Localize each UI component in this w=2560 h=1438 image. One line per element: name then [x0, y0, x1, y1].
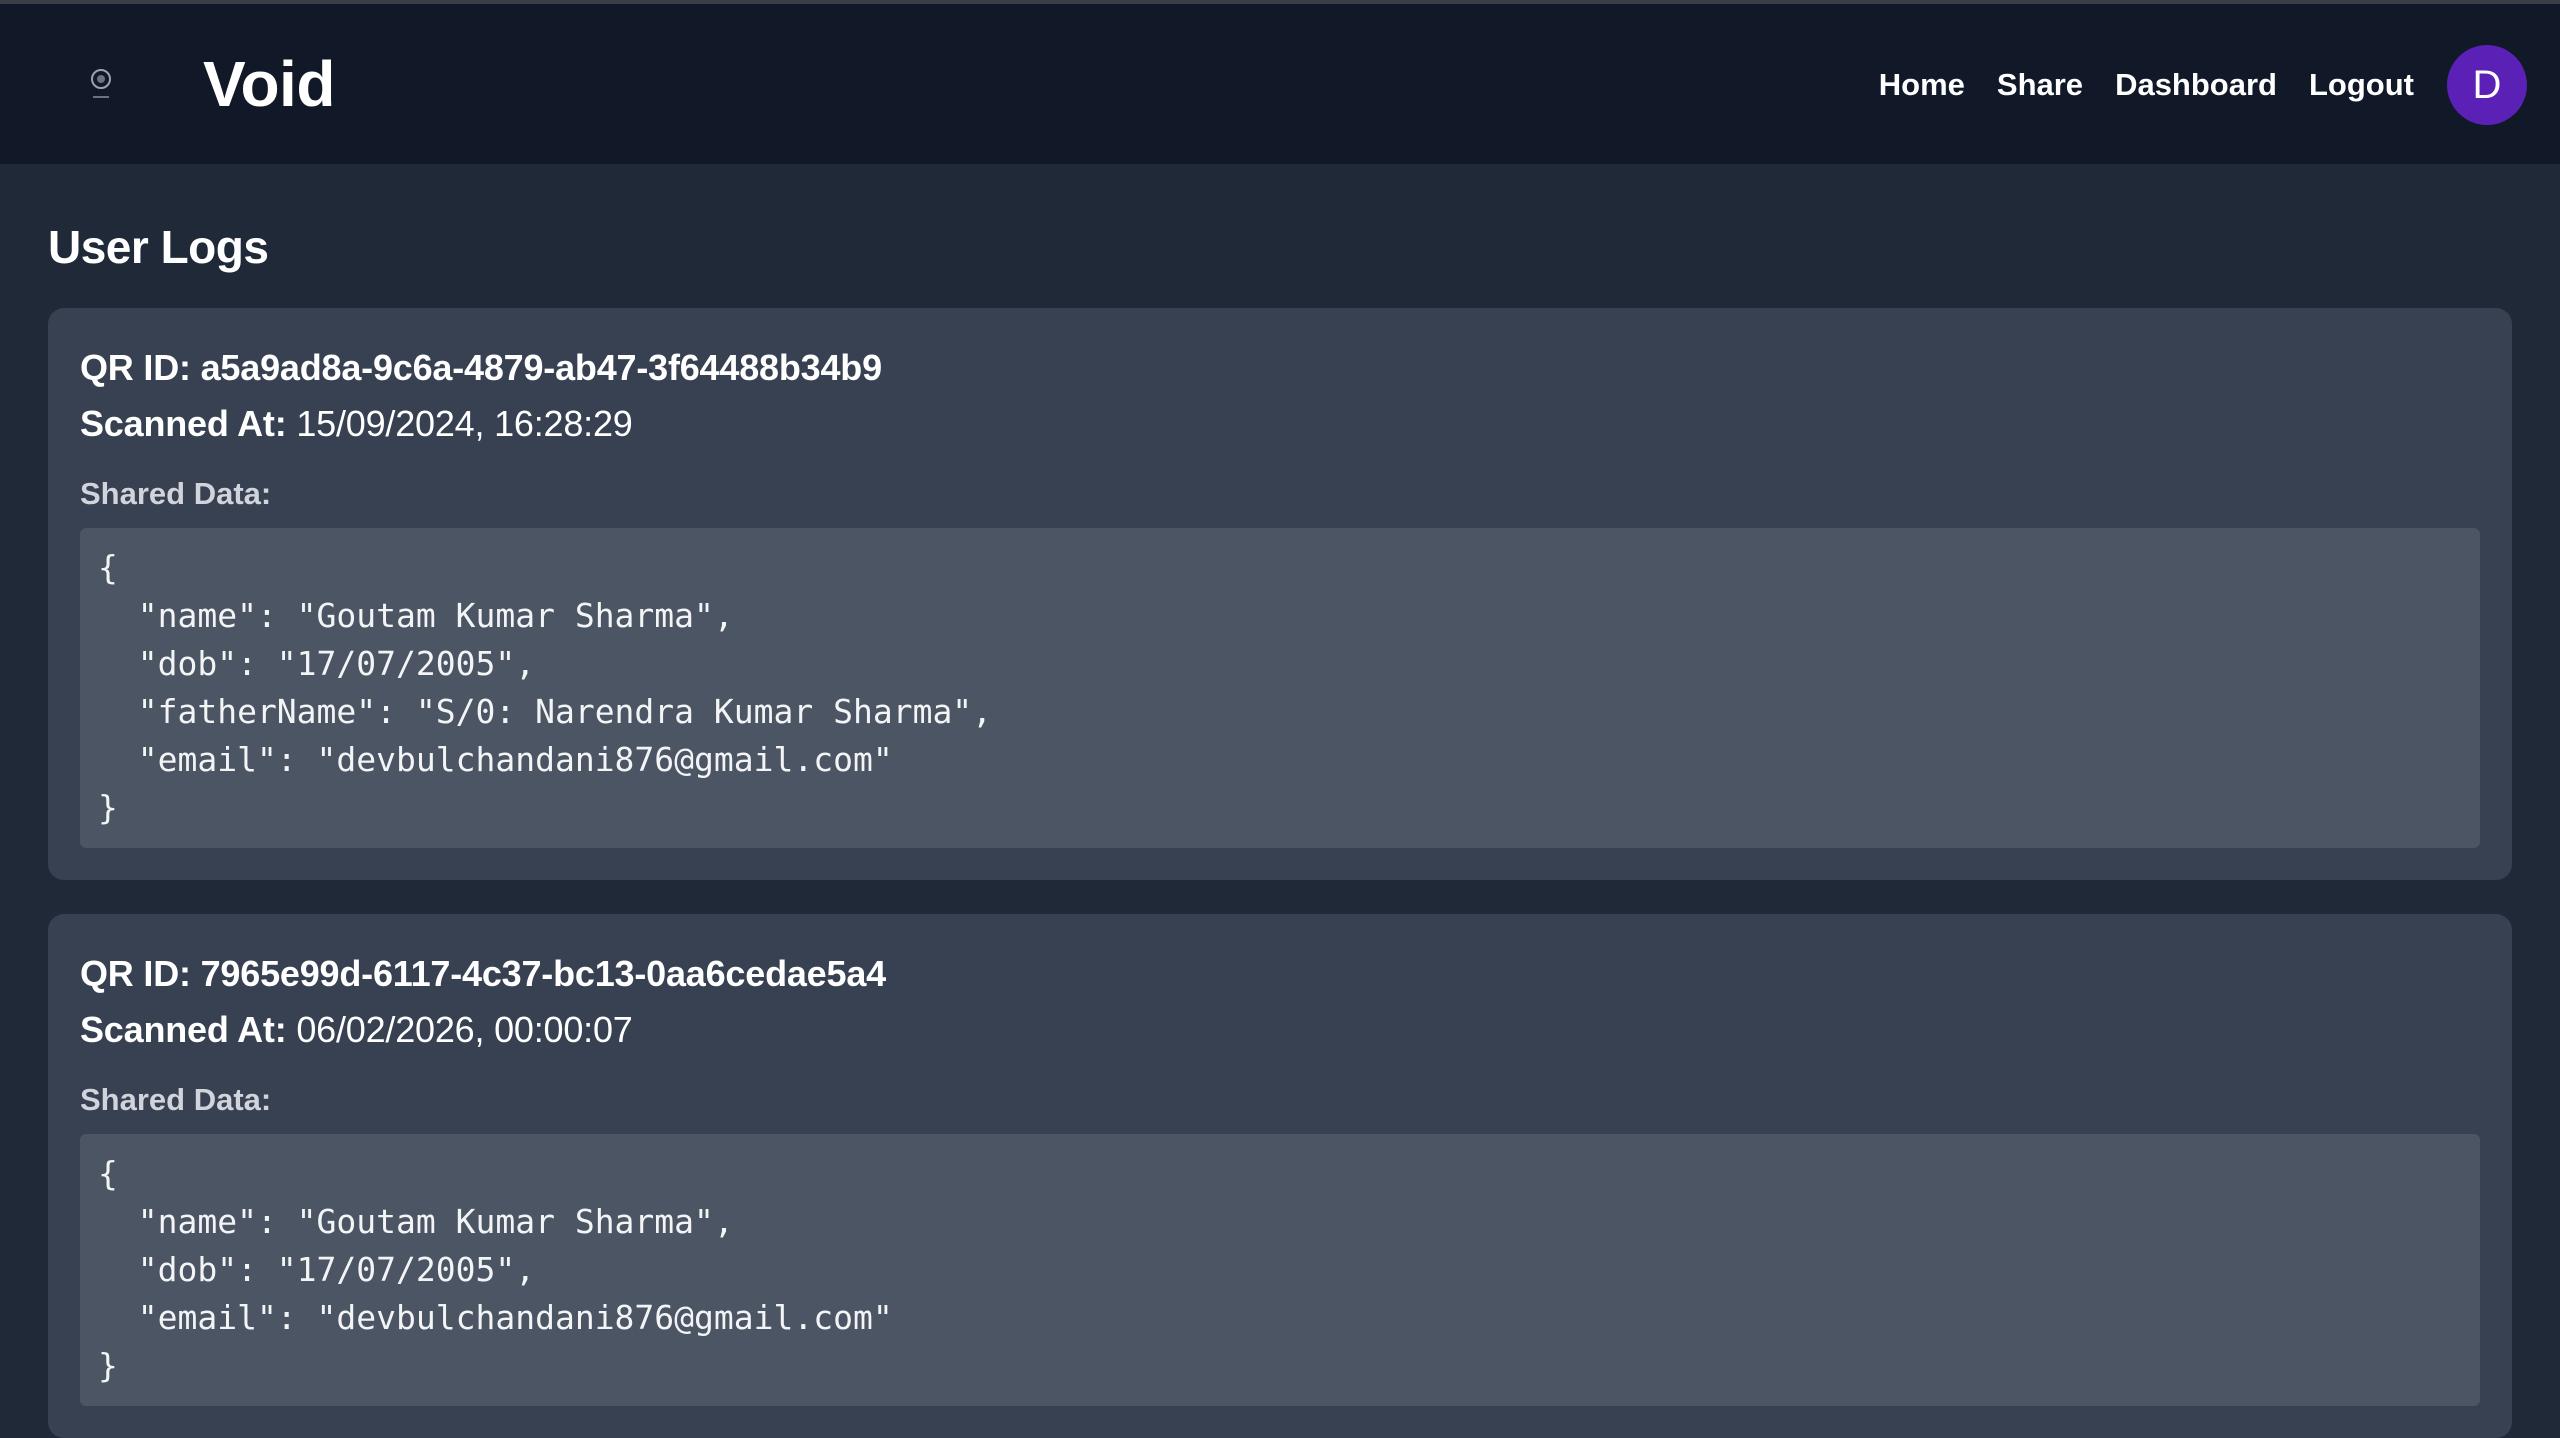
log-card: QR ID: a5a9ad8a-9c6a-4879-ab47-3f64488b3… [48, 308, 2512, 880]
nav-dashboard-link[interactable]: Dashboard [2115, 65, 2277, 105]
void-logo-icon[interactable] [86, 66, 116, 102]
main-content: User Logs QR ID: a5a9ad8a-9c6a-4879-ab47… [0, 220, 2560, 1438]
nav-share-link[interactable]: Share [1997, 65, 2083, 105]
scanned-at-label: Scanned At: [80, 403, 287, 444]
qr-id-label: QR ID: [80, 953, 191, 994]
scanned-at-value: 06/02/2026, 00:00:07 [296, 1009, 633, 1050]
qr-id-value: 7965e99d-6117-4c37-bc13-0aa6cedae5a4 [200, 953, 887, 994]
qr-id-value: a5a9ad8a-9c6a-4879-ab47-3f64488b34b9 [200, 347, 882, 388]
qr-id-line: QR ID: 7965e99d-6117-4c37-bc13-0aa6cedae… [80, 946, 2480, 1002]
scanned-at-value: 15/09/2024, 16:28:29 [296, 403, 633, 444]
scanned-at-line: Scanned At: 15/09/2024, 16:28:29 [80, 396, 2480, 452]
shared-data-json: { "name": "Goutam Kumar Sharma", "dob": … [80, 1134, 2480, 1406]
scanned-at-label: Scanned At: [80, 1009, 287, 1050]
qr-id-line: QR ID: a5a9ad8a-9c6a-4879-ab47-3f64488b3… [80, 340, 2480, 396]
page-title: User Logs [48, 221, 269, 273]
user-avatar[interactable]: D [2447, 45, 2527, 125]
shared-data-label: Shared Data: [80, 1082, 272, 1117]
log-card: QR ID: 7965e99d-6117-4c37-bc13-0aa6cedae… [48, 914, 2512, 1438]
nav-links: Home Share Dashboard Logout D [1847, 44, 2527, 126]
scanned-at-line: Scanned At: 06/02/2026, 00:00:07 [80, 1002, 2480, 1058]
shared-data-json: { "name": "Goutam Kumar Sharma", "dob": … [80, 528, 2480, 848]
nav-logout-link[interactable]: Logout [2309, 65, 2414, 105]
shared-data-label: Shared Data: [80, 476, 272, 511]
top-navbar: Void Home Share Dashboard Logout D [0, 4, 2560, 164]
nav-home-link[interactable]: Home [1879, 65, 1965, 105]
brand-title[interactable]: Void [203, 48, 335, 120]
qr-id-label: QR ID: [80, 347, 191, 388]
